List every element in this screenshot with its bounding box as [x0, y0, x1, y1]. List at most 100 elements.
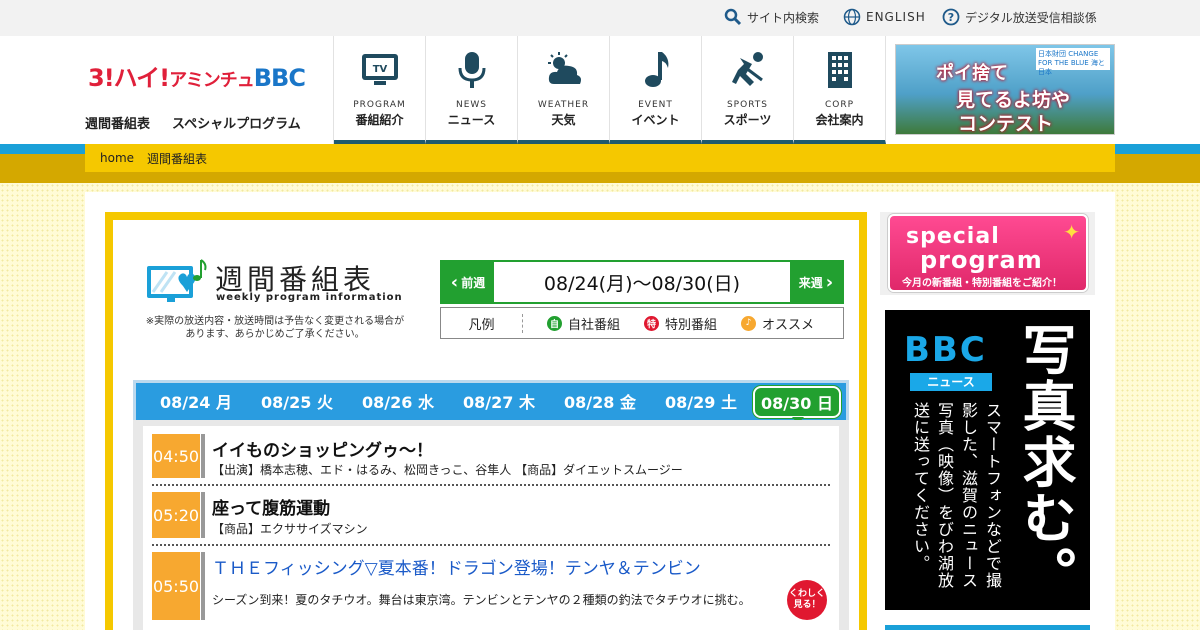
nav-jp-label: 番組紹介 — [355, 113, 404, 127]
tab-day-0830-selected[interactable]: 08/30 日 — [753, 386, 841, 418]
nav-jp-label: ニュース — [447, 113, 496, 127]
main-nav: TV PROGRAM 番組紹介 NEWS ニュース WEATHER 天気 EVE… — [333, 36, 886, 144]
chevron-left-icon: ‹ — [450, 271, 459, 293]
program-title: イイものショッピングゥ～！ — [212, 441, 433, 461]
nav-weather[interactable]: WEATHER 天気 — [518, 36, 610, 144]
program-title: 座って腹筋運動 — [212, 499, 331, 519]
photo-wanted-text: スマートフォンなどで撮影した、滋賀のニュース写真（映像）をびわ湖放送に送ってくだ… — [911, 402, 1002, 589]
program-description: シーズン到来！夏のタチウオ。舞台は東京湾。テンビンとテンヤの２種類の釣法でタチウ… — [212, 593, 751, 607]
change-for-the-blue-badge: 日本財団 CHANGE FOR THE BLUE 海と日本 — [1036, 48, 1110, 76]
breadcrumb-home[interactable]: home — [100, 151, 134, 165]
svg-text:TV: TV — [372, 64, 387, 75]
site-logo[interactable]: 3!ハイ!アミンチュBBC — [88, 58, 306, 93]
program-time: 05:20 — [152, 492, 200, 538]
row-divider — [201, 434, 205, 478]
globe-icon — [843, 8, 861, 26]
help-link[interactable]: ? デジタル放送受信相談係 — [942, 8, 1097, 26]
chevron-right-icon: › — [825, 271, 834, 293]
legend-label: 凡例 — [441, 313, 523, 333]
legend: 凡例 自自社番組 特特別番組 ♪ オススメ — [440, 307, 844, 339]
special-program-link[interactable]: スペシャルプログラム — [172, 113, 301, 132]
logo-part-4: BBC — [253, 64, 306, 92]
tab-day-0828[interactable]: 08/28 金 — [564, 389, 636, 413]
own-program-icon: 自 — [547, 315, 562, 331]
legend-text: オススメ — [762, 317, 815, 333]
nav-sports[interactable]: SPORTS スポーツ — [702, 36, 794, 144]
logo-part-3: アミンチュ — [169, 70, 255, 91]
detail-button[interactable]: くわしく見る！ — [787, 580, 827, 620]
tab-day-0825[interactable]: 08/25 火 — [261, 389, 333, 413]
tab-day-0824[interactable]: 08/24 月 — [160, 389, 232, 413]
special-line-2: program — [920, 246, 1043, 274]
nav-jp-label: スポーツ — [723, 113, 772, 127]
nav-jp-label: イベント — [631, 113, 680, 127]
program-row[interactable]: 04:50 イイものショッピングゥ～！ 【出演】橋本志穂、エド・はるみ、松岡きっ… — [152, 432, 830, 486]
row-divider — [201, 552, 205, 620]
special-line-3: 今月の新番組・特別番組をご紹介！ — [902, 278, 1062, 289]
photo-wanted-headline: 写真求む。 — [1013, 322, 1076, 602]
nav-event[interactable]: EVENT イベント — [610, 36, 702, 144]
banner-line-1: ポイ捨て — [936, 63, 1008, 84]
week-navigator: ‹ 前週 08/24(月)～08/30(日) 来週 › — [440, 260, 844, 304]
microphone-icon — [458, 52, 485, 88]
building-icon — [827, 52, 852, 88]
program-time: 04:50 — [152, 434, 200, 478]
question-icon: ? — [942, 8, 960, 26]
nav-en-label: NEWS — [455, 100, 488, 110]
program-row[interactable]: 05:50 ＴＨＥフィッシング▽夏本番！ドラゴン登場！テンヤ＆テンビン シーズン… — [152, 550, 830, 630]
nav-program[interactable]: TV PROGRAM 番組紹介 — [334, 36, 426, 144]
nav-en-label: WEATHER — [537, 100, 590, 110]
breadcrumb-current: 週間番組表 — [147, 151, 208, 166]
legend-text: 自社番組 — [568, 317, 621, 333]
english-link[interactable]: ENGLISH — [843, 8, 926, 26]
bbc-logo: BBC — [904, 330, 987, 370]
special-program-banner[interactable]: special program 今月の新番組・特別番組をご紹介！ ✦ — [888, 214, 1088, 292]
next-week-label: 来週 — [798, 275, 823, 290]
music-note-icon — [644, 52, 668, 87]
program-description: 【出演】橋本志穂、エド・はるみ、松岡きっこ、谷隼人 【商品】ダイエットスムージー — [212, 463, 683, 477]
schedule-notice: ※実際の放送内容・放送時間は予告なく変更される場合があります、あらかじめご了承く… — [145, 316, 405, 340]
prev-week-button[interactable]: ‹ 前週 — [442, 262, 494, 302]
sparkle-icon: ✦ — [1063, 220, 1080, 244]
nav-en-label: SPORTS — [726, 100, 769, 110]
page-subtitle: weekly program information — [216, 292, 403, 303]
logo-part-1: 3! — [88, 64, 115, 92]
breadcrumb: home 週間番組表 — [85, 144, 1115, 172]
program-row[interactable]: 05:20 座って腹筋運動 【商品】エクササイズマシン — [152, 490, 830, 546]
recommend-icon: ♪ — [741, 315, 757, 331]
bbc-news-label: ニュース — [910, 373, 992, 391]
tab-day-0826[interactable]: 08/26 水 — [362, 389, 434, 413]
litter-contest-banner[interactable]: 日本財団 CHANGE FOR THE BLUE 海と日本 ポイ捨て 見てるよ坊… — [895, 44, 1115, 135]
site-search-label: サイト内検索 — [747, 10, 820, 25]
legend-text: 特別番組 — [665, 317, 718, 333]
nav-en-label: CORP — [824, 100, 855, 110]
nav-en-label: EVENT — [638, 100, 673, 110]
banner-line-3: コンテスト — [958, 113, 1054, 135]
legend-item-recommend: ♪ オススメ — [741, 314, 814, 333]
program-time: 05:50 — [152, 552, 200, 620]
logo-part-2: ハイ! — [113, 64, 170, 92]
english-label: ENGLISH — [866, 10, 926, 24]
nav-news[interactable]: NEWS ニュース — [426, 36, 518, 144]
sports-icon — [731, 52, 763, 86]
tab-day-0829[interactable]: 08/29 土 — [665, 389, 737, 413]
nav-corp[interactable]: CORP 会社案内 — [794, 36, 886, 144]
site-search-link[interactable]: サイト内検索 — [724, 8, 819, 26]
nav-en-label: PROGRAM — [353, 100, 406, 110]
week-range: 08/24(月)～08/30(日) — [543, 272, 741, 295]
next-week-button[interactable]: 来週 › — [790, 262, 842, 302]
search-icon — [724, 8, 742, 26]
row-divider — [201, 492, 205, 538]
special-program-icon: 特 — [644, 315, 660, 331]
nav-jp-label: 天気 — [551, 113, 576, 127]
legend-item-special: 特特別番組 — [644, 314, 717, 333]
svg-text:?: ? — [948, 11, 954, 24]
weather-icon — [547, 52, 581, 84]
tab-day-0827[interactable]: 08/27 木 — [463, 389, 535, 413]
weekly-schedule-link[interactable]: 週間番組表 — [85, 113, 150, 132]
legend-item-own: 自自社番組 — [547, 314, 620, 333]
program-title-link[interactable]: ＴＨＥフィッシング▽夏本番！ドラゴン登場！テンヤ＆テンビン — [212, 554, 701, 579]
tv-icon: TV — [361, 54, 398, 85]
help-label: デジタル放送受信相談係 — [965, 10, 1097, 25]
tv-heart-icon — [147, 259, 207, 302]
